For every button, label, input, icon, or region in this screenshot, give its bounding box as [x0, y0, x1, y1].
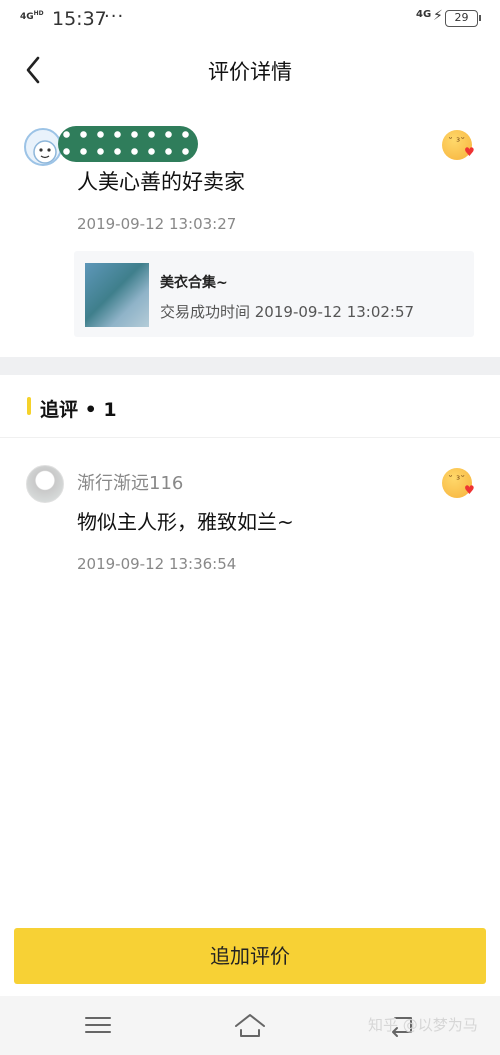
system-nav-bar: 知乎 @以梦为马: [0, 996, 500, 1055]
masked-username: [58, 126, 198, 162]
product-card[interactable]: 美衣合集~ 交易成功时间 2019-09-12 13:02:57: [74, 251, 474, 337]
add-review-button[interactable]: 追加评价: [14, 928, 486, 984]
page-title: 评价详情: [208, 60, 292, 84]
reviewer-avatar[interactable]: [24, 128, 62, 166]
followup-username[interactable]: 渐行渐远116: [77, 469, 183, 495]
product-name: 美衣合集~: [160, 275, 228, 291]
network-indicator: 4GHD: [20, 9, 44, 22]
kiss-emoji-icon[interactable]: ˘ ³˘ ♥: [442, 468, 475, 498]
battery-icon: 29: [445, 10, 481, 27]
header: 评价详情: [0, 40, 500, 100]
network-suffix: HD: [33, 10, 44, 17]
deal-success-time: 交易成功时间 2019-09-12 13:02:57: [160, 303, 415, 321]
product-thumbnail: [85, 263, 149, 327]
followup-section-header: 追评 • 1: [0, 375, 500, 438]
section-divider: [0, 357, 500, 375]
watermark: 知乎 @以梦为马: [368, 1016, 478, 1034]
followup-text: 物似主人形，雅致如兰~: [77, 510, 294, 534]
emoji-face: ˘ ³˘: [448, 137, 466, 148]
charging-icon: ⚡: [433, 8, 443, 24]
cellular-signal-icon: 4G: [416, 9, 432, 20]
network-type: 4G: [20, 12, 34, 22]
followup-timestamp: 2019-09-12 13:36:54: [77, 555, 237, 573]
home-icon[interactable]: [233, 1010, 267, 1040]
kiss-emoji-icon[interactable]: ˘ ³˘ ♥: [442, 130, 475, 160]
section-accent-bar: [27, 397, 31, 415]
heart-icon: ♥: [464, 145, 475, 159]
followup-section-title: 追评 • 1: [40, 399, 117, 421]
emoji-face: ˘ ³˘: [448, 475, 466, 486]
menu-icon[interactable]: [81, 1010, 115, 1040]
review-text: 人美心善的好卖家: [77, 170, 245, 194]
heart-icon: ♥: [464, 483, 475, 497]
status-time: 15:37: [52, 8, 107, 30]
followup-user-avatar[interactable]: [26, 465, 64, 503]
review-timestamp: 2019-09-12 13:03:27: [77, 215, 237, 233]
review-detail-page: 4GHD 15:37 ··· 4G ⚡ 29 评价详情 ˘ ³˘ ♥ 人美心善的…: [0, 0, 500, 1055]
more-notifications-icon: ···: [104, 6, 125, 27]
status-bar: 4GHD 15:37 ··· 4G ⚡ 29: [0, 0, 500, 40]
